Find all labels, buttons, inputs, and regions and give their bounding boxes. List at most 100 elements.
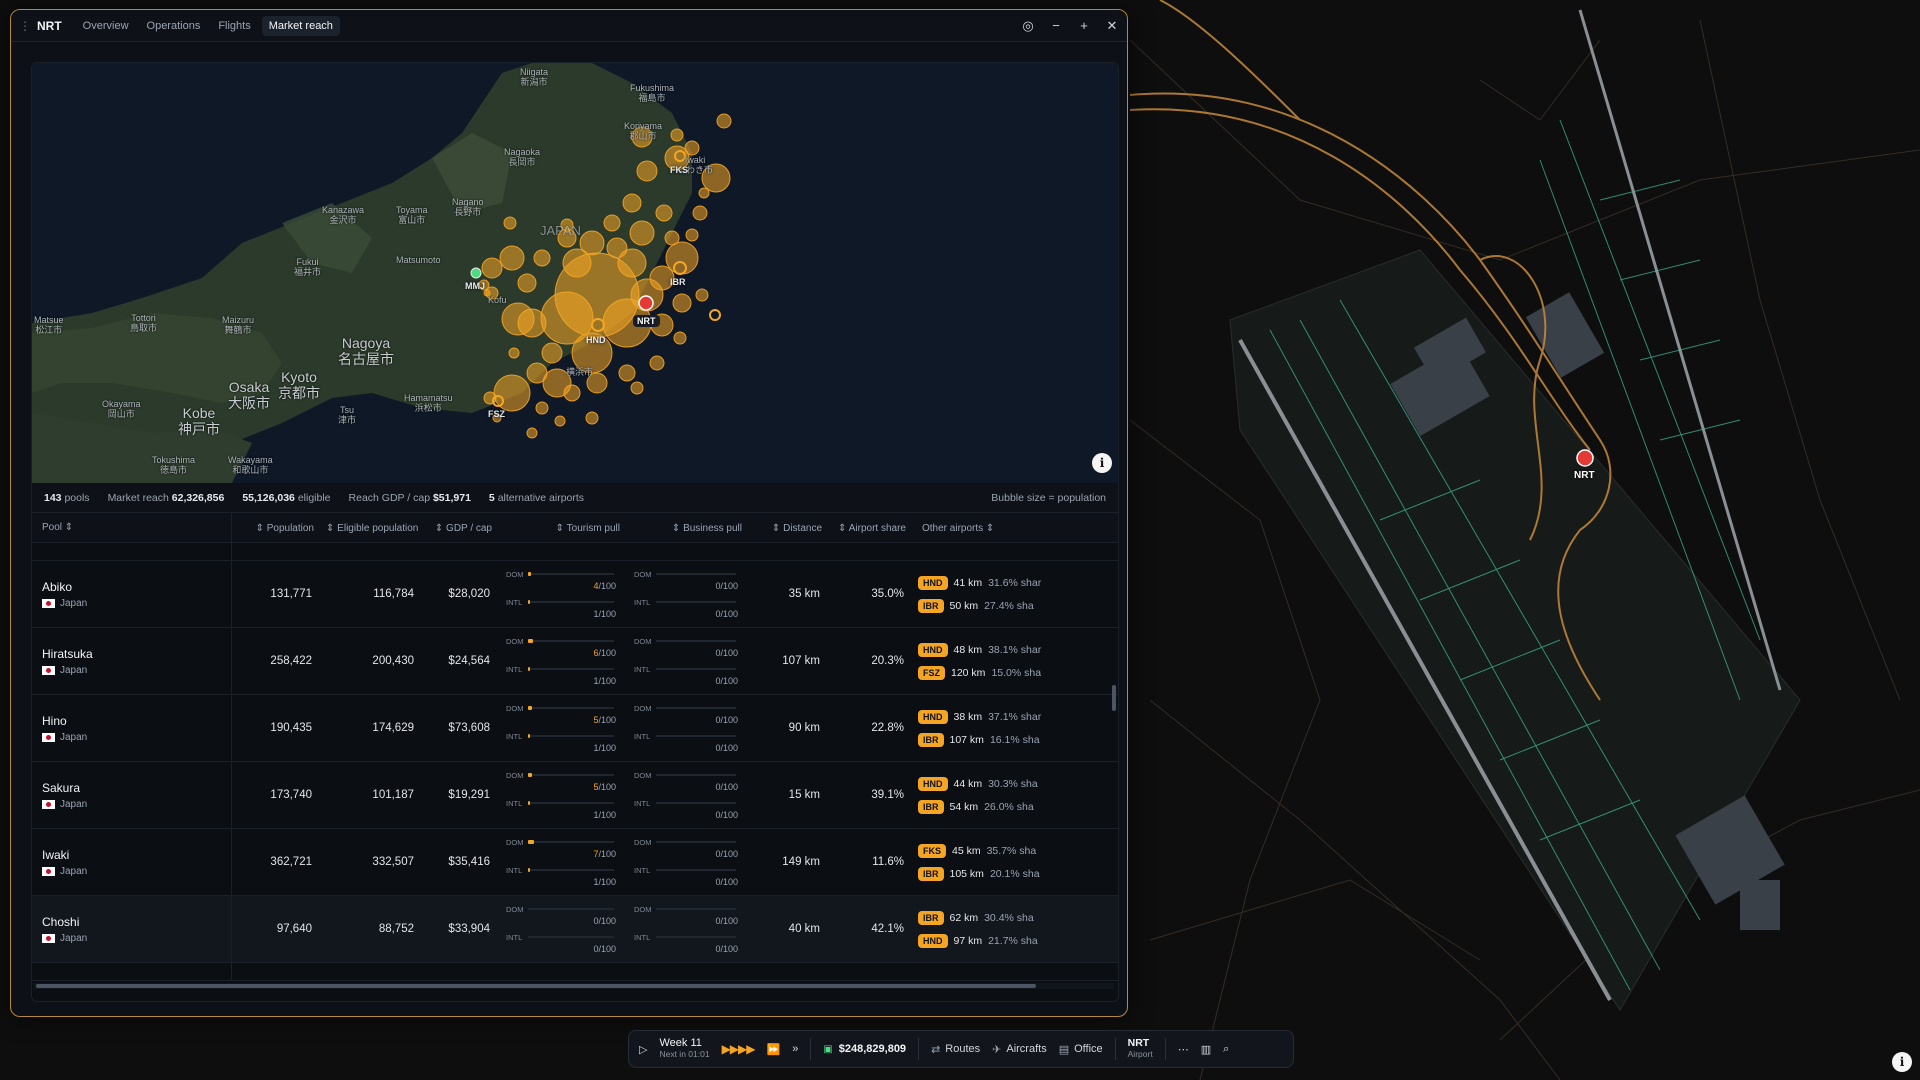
table-row[interactable]: Choshi Japan 97,640 88,752 $33,904 DOM 0…	[32, 896, 1118, 963]
other-airport[interactable]: IBR 50 km 27.4% sha	[918, 598, 1118, 613]
pool-name[interactable]: Hiratsuka	[42, 647, 223, 661]
pool-name[interactable]: Abiko	[42, 580, 223, 594]
dom-label: DOM	[506, 837, 524, 847]
japan-flag-icon	[42, 866, 55, 876]
other-airport[interactable]: HND 48 km 38.1% shar	[918, 642, 1118, 657]
other-airport[interactable]: HND 97 km 21.7% sha	[918, 933, 1118, 948]
pool-cell[interactable]: Abiko Japan	[32, 561, 232, 627]
play-icon[interactable]: ▷	[639, 1043, 647, 1056]
intl-label: INTL	[634, 798, 651, 808]
search-icon[interactable]: ⌕	[1223, 1043, 1229, 1056]
tourism-pull: DOM 0/100 INTL 0/100	[506, 904, 616, 954]
other-airport[interactable]: FSZ 120 km 15.0% sha	[918, 665, 1118, 680]
country: Japan	[42, 665, 223, 676]
column-header-share[interactable]: ⇕ Airport share	[828, 523, 912, 534]
pool-cell[interactable]: Choshi Japan	[32, 896, 232, 962]
pool-name[interactable]: Choshi	[42, 915, 223, 929]
intl-label: INTL	[506, 932, 523, 942]
stat-market-reach: Market reach 62,326,856	[107, 491, 225, 504]
money-icon: ▣	[823, 1043, 833, 1055]
bg-nrt-marker[interactable]	[1576, 449, 1594, 467]
eligible-cell: 116,784	[373, 588, 414, 600]
table-row[interactable]: Hiratsuka Japan 258,422 200,430 $24,564 …	[32, 628, 1118, 695]
table-row[interactable]: Abiko Japan 131,771 116,784 $28,020 DOM …	[32, 561, 1118, 628]
column-header-distance[interactable]: ⇕ Distance	[748, 523, 828, 534]
eligible-cell: 200,430	[372, 655, 414, 667]
plane-icon: ✈	[992, 1043, 1002, 1056]
other-airport[interactable]: IBR 107 km 16.1% sha	[918, 732, 1118, 747]
column-header-business[interactable]: ⇕ Business pull	[626, 523, 748, 534]
pool-name[interactable]: Hino	[42, 714, 223, 728]
skip-icon[interactable]: »	[792, 1043, 798, 1055]
other-airport[interactable]: FKS 45 km 35.7% sha	[918, 843, 1118, 858]
close-icon[interactable]: ✕	[1105, 18, 1119, 34]
other-airport[interactable]: IBR 54 km 26.0% sha	[918, 799, 1118, 814]
tab-flights[interactable]: Flights	[211, 16, 257, 36]
airport-tag-hnd[interactable]: HND	[586, 335, 606, 345]
other-airport[interactable]: HND 44 km 30.3% sha	[918, 776, 1118, 791]
other-airport[interactable]: HND 41 km 31.6% shar	[918, 575, 1118, 590]
column-header-other[interactable]: Other airports ⇕	[912, 523, 1118, 534]
table-row[interactable]: Sakura Japan 173,740 101,187 $19,291 DOM…	[32, 762, 1118, 829]
table-row[interactable]: Hino Japan 190,435 174,629 $73,608 DOM 5…	[32, 695, 1118, 762]
other-airport[interactable]: HND 38 km 37.1% shar	[918, 709, 1118, 724]
dom-label: DOM	[634, 904, 652, 914]
distance-cell: 90 km	[788, 722, 820, 734]
other-airport[interactable]: IBR 105 km 20.1% sha	[918, 866, 1118, 881]
column-header-gdp[interactable]: ⇕ GDP / cap	[422, 523, 498, 534]
business-pull: DOM 0/100 INTL 0/100	[634, 703, 738, 753]
horizontal-scrollbar-thumb[interactable]	[36, 984, 1036, 988]
airport-tag-fks[interactable]: FKS	[670, 165, 688, 175]
gdp-cell: $28,020	[448, 588, 490, 600]
tab-overview[interactable]: Overview	[76, 16, 136, 36]
other-airport[interactable]: IBR 62 km 30.4% sha	[918, 910, 1118, 925]
intl-label: INTL	[506, 798, 523, 808]
info-icon[interactable]: i	[1892, 1052, 1912, 1072]
intl-label: INTL	[506, 664, 523, 674]
column-header-pool[interactable]: Pool ⇕	[32, 513, 232, 543]
aircrafts-button[interactable]: ✈ Aircrafts	[992, 1043, 1047, 1056]
intl-label: INTL	[506, 597, 523, 607]
office-button[interactable]: ▤ Office	[1059, 1043, 1103, 1056]
column-header-population[interactable]: ⇕ Population	[232, 523, 320, 534]
window-titlebar[interactable]: ⋮ NRT Overview Operations Flights Market…	[11, 10, 1127, 42]
airport-tag-ibr[interactable]: IBR	[670, 277, 686, 287]
maximize-icon[interactable]: +	[1077, 18, 1091, 33]
pool-name[interactable]: Iwaki	[42, 848, 223, 862]
vertical-scrollbar[interactable]	[1112, 685, 1116, 711]
pool-name[interactable]: Sakura	[42, 781, 223, 795]
column-header-tourism[interactable]: ⇕ Tourism pull	[498, 523, 626, 534]
map-icon[interactable]: ▥	[1201, 1043, 1211, 1056]
horizontal-scrollbar[interactable]	[34, 983, 1114, 989]
market-reach-map[interactable]: Niigata 新潟市 Fukushima 福島市 Koriyama 郡山市 Naga…	[32, 63, 1118, 483]
airport-badge: HND	[918, 575, 948, 590]
sort-icon: ⇕	[255, 522, 264, 534]
map-label-nagoya: Nagoya 名古屋市	[338, 335, 394, 367]
locate-icon[interactable]: ◎	[1021, 18, 1035, 34]
map-info-icon[interactable]: i	[1092, 453, 1112, 473]
fast-forward-icon[interactable]: ⏩	[766, 1043, 780, 1056]
sort-icon: ⇕	[671, 522, 681, 534]
column-header-eligible[interactable]: ⇕ Eligible population	[320, 523, 422, 534]
more-icon[interactable]: ⋯	[1178, 1043, 1189, 1056]
pool-cell[interactable]: Sakura Japan	[32, 762, 232, 828]
speed-indicator[interactable]: ▶▶▶▶	[722, 1042, 756, 1056]
pool-cell[interactable]: Iwaki Japan	[32, 829, 232, 895]
airport-badge: HND	[918, 642, 948, 657]
pool-cell[interactable]: Hino Japan	[32, 695, 232, 761]
airport-button[interactable]: NRT Airport	[1128, 1038, 1153, 1060]
airport-tag-fsz[interactable]: FSZ	[488, 409, 505, 419]
drag-handle-icon[interactable]: ⋮	[19, 19, 31, 33]
pool-cell[interactable]: Hiratsuka Japan	[32, 628, 232, 694]
pool-table-body[interactable]: Abiko Japan 131,771 116,784 $28,020 DOM …	[32, 543, 1118, 991]
airport-tag-mmj[interactable]: MMJ	[465, 281, 485, 291]
tab-operations[interactable]: Operations	[140, 16, 208, 36]
tab-market-reach[interactable]: Market reach	[261, 15, 340, 36]
table-row-partial-bottom	[32, 963, 1118, 981]
routes-button[interactable]: ⇄ Routes	[931, 1043, 980, 1056]
tourism-pull: DOM 4/100 INTL 1/100	[506, 569, 616, 619]
table-row[interactable]: Iwaki Japan 362,721 332,507 $35,416 DOM …	[32, 829, 1118, 896]
minimize-icon[interactable]: −	[1049, 18, 1063, 33]
bg-nrt-label: NRT	[1574, 470, 1595, 481]
airport-tag-nrt[interactable]: NRT	[633, 315, 660, 327]
